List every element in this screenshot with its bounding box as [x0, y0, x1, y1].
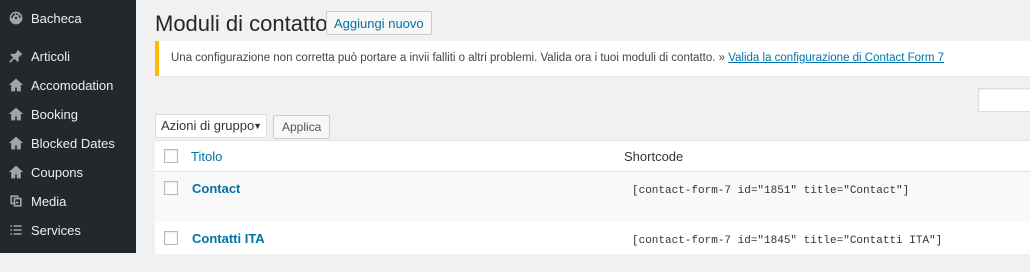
sidebar-item-bacheca[interactable]: Bacheca: [0, 4, 136, 32]
home-icon: [6, 133, 26, 153]
home-icon: [6, 162, 26, 182]
warning-notice: Una configurazione non corretta può port…: [155, 41, 1030, 76]
sidebar-item-label: Booking: [31, 106, 78, 122]
row-checkbox[interactable]: [164, 181, 178, 195]
row-shortcode: [contact-form-7 id="1851" title="Contact…: [632, 185, 910, 197]
sidebar-item-accomodation[interactable]: Accomodation: [0, 71, 136, 99]
admin-sidebar: Bacheca Articoli Accomodation Booking Bl…: [0, 0, 136, 253]
row-shortcode: [contact-form-7 id="1845" title="Contatt…: [632, 235, 943, 247]
table-row: Contatti ITA [contact-form-7 id="1845" t…: [155, 222, 1030, 272]
home-icon: [6, 104, 26, 124]
list-icon: [6, 220, 26, 240]
main-content: Moduli di contatto Aggiungi nuovo Una co…: [136, 0, 1030, 254]
search-input[interactable]: [978, 88, 1030, 112]
sidebar-item-blocked-dates[interactable]: Blocked Dates: [0, 129, 136, 157]
dropdown-arrow-icon: ▼: [253, 121, 262, 131]
add-new-button[interactable]: Aggiungi nuovo: [326, 11, 432, 35]
sidebar-item-label: Coupons: [31, 164, 84, 180]
validate-config-link[interactable]: Valida la configurazione di Contact Form…: [728, 52, 944, 64]
row-title-link[interactable]: Contatti ITA: [192, 231, 265, 246]
bulk-actions-value: Azioni di gruppo: [161, 118, 255, 133]
page-title: Moduli di contatto: [155, 11, 328, 36]
home-icon: [6, 75, 26, 95]
apply-button[interactable]: Applica: [273, 115, 331, 139]
sidebar-item-label: Services: [31, 222, 81, 238]
table-row: Contact [contact-form-7 id="1851" title=…: [155, 172, 1030, 222]
pin-icon: [6, 46, 26, 66]
dashboard-icon: [6, 8, 26, 28]
media-icon: [6, 191, 26, 211]
sidebar-item-label: Blocked Dates: [31, 135, 115, 151]
sidebar-item-articoli[interactable]: Articoli: [0, 42, 136, 70]
notice-text: Una configurazione non corretta può port…: [171, 52, 729, 64]
bulk-actions-select[interactable]: Azioni di gruppo ▼: [155, 114, 267, 138]
sidebar-item-label: Accomodation: [31, 77, 114, 93]
column-shortcode-header: Shortcode: [624, 149, 684, 164]
select-all-checkbox[interactable]: [164, 149, 178, 163]
sidebar-item-coupons[interactable]: Coupons: [0, 158, 136, 186]
sidebar-item-label: Articoli: [31, 48, 71, 64]
table-header: Titolo Shortcode: [155, 141, 1030, 172]
sidebar-item-booking[interactable]: Booking: [0, 100, 136, 128]
sidebar-item-services[interactable]: Services: [0, 216, 136, 244]
row-checkbox[interactable]: [164, 231, 178, 245]
sidebar-item-label: Bacheca: [31, 10, 82, 26]
column-title-header[interactable]: Titolo: [191, 149, 222, 164]
row-title-link[interactable]: Contact: [192, 181, 240, 196]
sidebar-item-media[interactable]: Media: [0, 187, 136, 215]
sidebar-item-label: Media: [31, 193, 67, 209]
contact-forms-table: Titolo Shortcode Contact [contact-form-7…: [155, 140, 1030, 254]
